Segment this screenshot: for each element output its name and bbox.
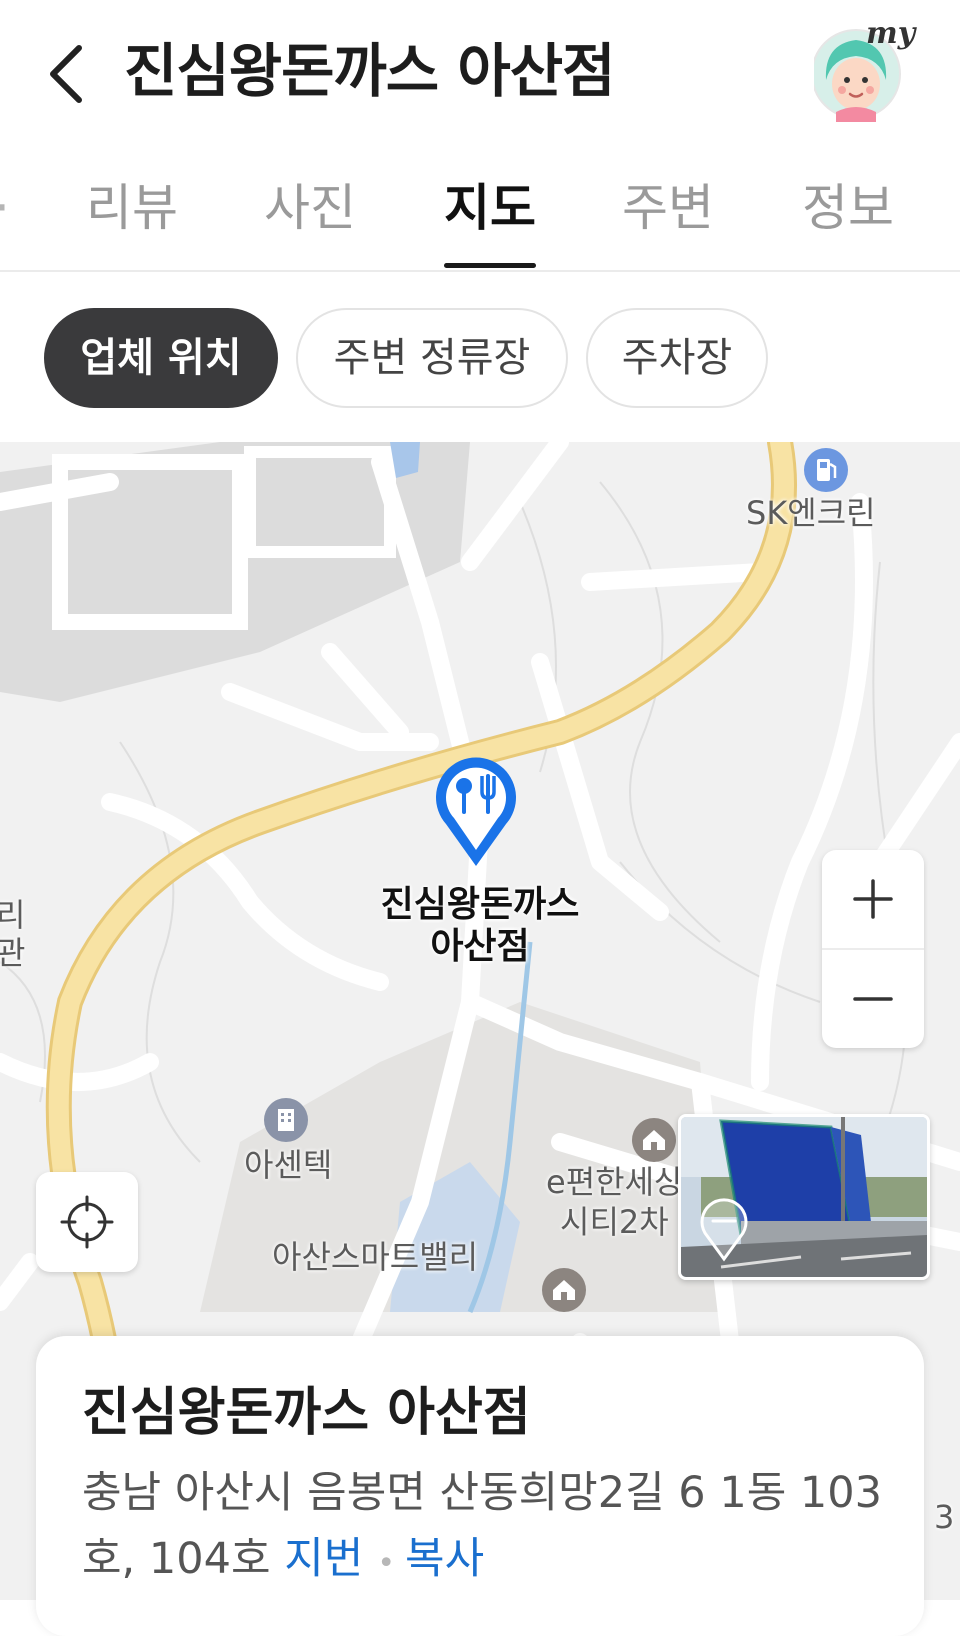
road-view-pin-icon <box>700 1198 748 1262</box>
separator-dot: • <box>377 1546 396 1581</box>
zoom-out-button[interactable] <box>822 950 924 1048</box>
back-button[interactable] <box>30 34 100 114</box>
zoom-control <box>822 850 924 1048</box>
chip-parking[interactable]: 주차장 <box>586 308 768 408</box>
tab-nearby[interactable]: 주변 <box>622 170 714 246</box>
minus-icon <box>853 997 893 1001</box>
copy-address-link[interactable]: 복사 <box>405 1534 484 1584</box>
map-label-gas-station: SK엔크린 <box>746 494 876 532</box>
place-address: 충남 아산시 음봉면 산동희망2길 6 1동 103호, 104호 지번 • 복사 <box>82 1460 882 1597</box>
company-building-icon[interactable] <box>264 1098 308 1142</box>
page-title: 진심왕돈까스 아산점 <box>124 37 615 105</box>
my-location-button[interactable] <box>36 1172 138 1272</box>
house-icon <box>553 1280 575 1300</box>
place-marker-label-line2: 아산점 <box>430 926 530 967</box>
map-label-company: 아센텍 <box>244 1146 333 1184</box>
map-label-left-edge-2: 관 <box>0 934 26 972</box>
place-marker-label: 진심왕돈까스 아산점 <box>340 884 620 968</box>
map-label-apartment-line2: 시티2차 <box>560 1203 669 1241</box>
complex-house-icon[interactable] <box>542 1268 586 1312</box>
tab-photo[interactable]: 사진 <box>264 170 356 246</box>
tab-review[interactable]: 리뷰 <box>86 170 178 246</box>
tab-bar: · 리뷰 사진 지도 주변 정보 <box>0 150 960 272</box>
house-icon <box>643 1130 665 1150</box>
tab-map[interactable]: 지도 <box>444 170 536 268</box>
tab-overflow-indicator: · <box>0 170 10 246</box>
map-filter-chips: 업체 위치 주변 정류장 주차장 <box>0 272 960 442</box>
map-label-apartment: e편한세상 시티2차 <box>546 1162 683 1242</box>
gas-station-icon[interactable] <box>804 448 848 492</box>
apartment-icon[interactable] <box>632 1118 676 1162</box>
chip-nearby-bus-stops[interactable]: 주변 정류장 <box>296 308 568 408</box>
map-label-apartment-line1: e편한세상 <box>546 1163 684 1201</box>
road-view-thumbnail[interactable] <box>678 1114 930 1280</box>
chip-business-location[interactable]: 업체 위치 <box>44 308 278 408</box>
fuel-pump-icon <box>817 459 837 481</box>
my-profile-button[interactable]: my <box>811 16 915 122</box>
my-label: my <box>866 16 916 51</box>
map-label-complex: 아산스마트밸리 <box>272 1238 479 1276</box>
crosshair-icon <box>60 1195 114 1249</box>
chevron-left-icon <box>50 45 82 103</box>
place-title: 진심왕돈까스 아산점 <box>82 1383 531 1443</box>
plus-icon <box>853 879 893 919</box>
place-marker-label-line1: 진심왕돈까스 <box>380 884 580 925</box>
zoom-in-button[interactable] <box>822 850 924 948</box>
place-info-card[interactable]: 진심왕돈까스 아산점 충남 아산시 음봉면 산동희망2길 6 1동 103호, … <box>36 1336 924 1636</box>
header: 진심왕돈까스 아산점 my <box>0 0 960 150</box>
jibun-address-link[interactable]: 지번 <box>284 1534 363 1584</box>
tab-info[interactable]: 정보 <box>802 170 894 246</box>
map-label-right-edge: 3 <box>934 1498 955 1536</box>
building-icon <box>278 1109 294 1131</box>
place-marker[interactable] <box>428 748 524 874</box>
restaurant-pin-icon <box>436 757 516 866</box>
